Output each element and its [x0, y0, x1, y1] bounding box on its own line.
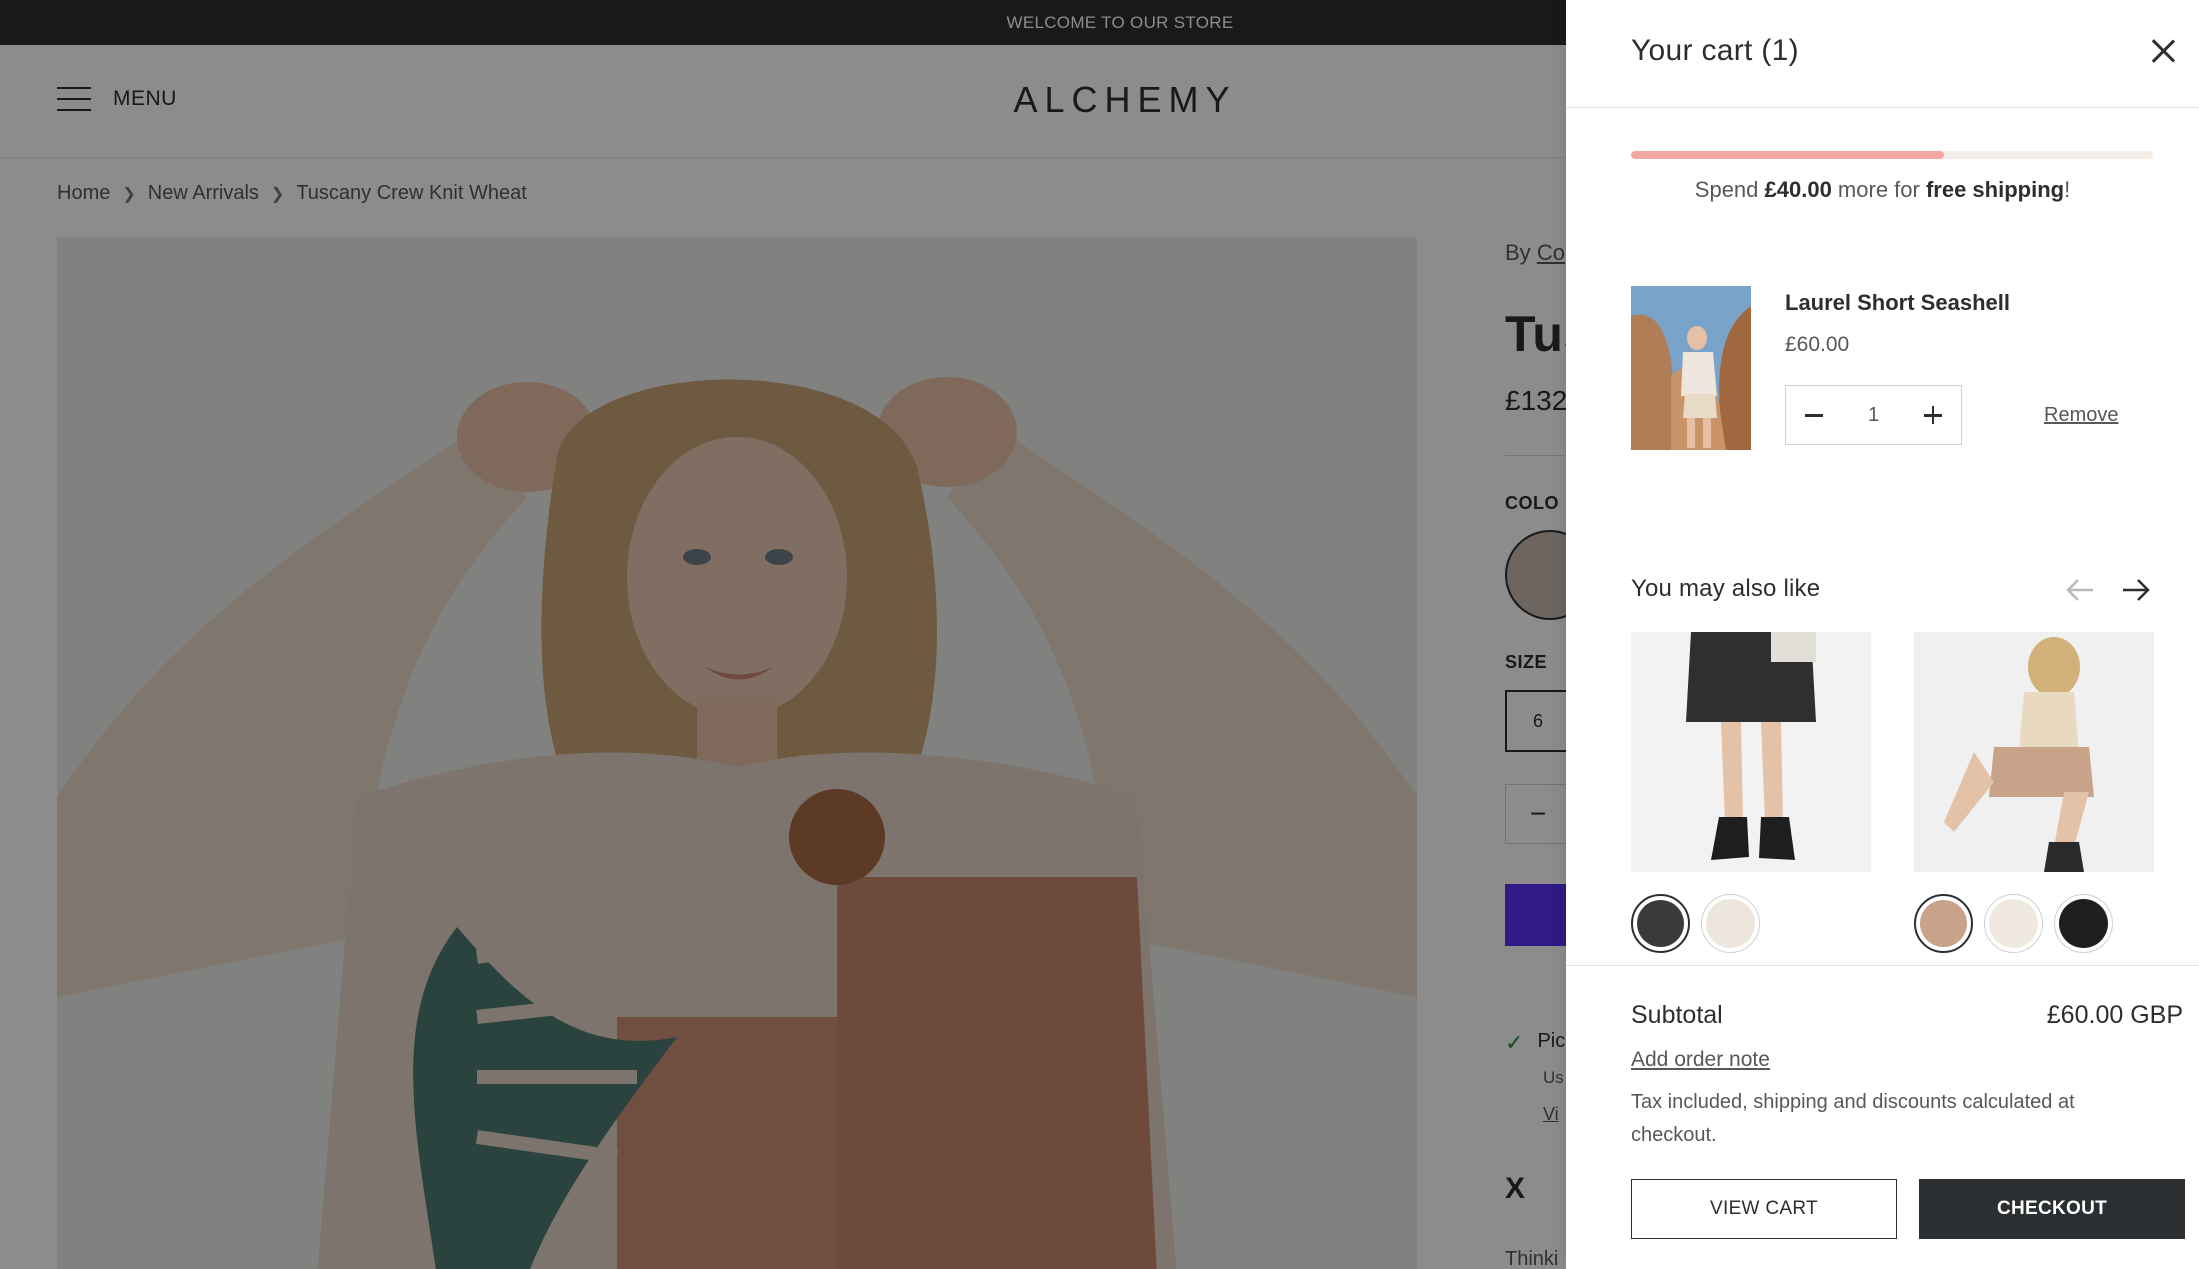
swatch-option[interactable]	[1631, 894, 1690, 953]
swatch-option[interactable]	[1701, 894, 1760, 953]
tax-note: Tax included, shipping and discounts cal…	[1631, 1091, 2075, 1146]
shipping-suffix: !	[2064, 177, 2071, 202]
add-order-note-link[interactable]: Add order note	[1631, 1048, 1770, 1072]
free-shipping-progress-fill	[1631, 151, 1945, 159]
quantity-value[interactable]: 1	[1868, 404, 1879, 427]
close-icon[interactable]	[2148, 36, 2178, 66]
swatch-option[interactable]	[1984, 894, 2043, 953]
remove-item-link[interactable]: Remove	[2044, 404, 2118, 427]
shipping-amount: £40.00	[1764, 177, 1832, 202]
shipping-emphasis: free shipping	[1925, 177, 2065, 202]
shipping-prefix: Spend	[1694, 177, 1765, 202]
cart-footer: Subtotal £60.00 GBP Add order note Tax i…	[1566, 965, 2199, 1269]
recommendation-card	[1631, 632, 1871, 953]
swatch-option[interactable]	[1914, 894, 1973, 953]
drawer-overlay[interactable]	[0, 0, 1566, 1269]
cart-line-item: Laurel Short Seashell £60.00 1 Remove	[1631, 286, 2171, 451]
cart-drawer: Your cart (1) Spend £40.00 more for free…	[1566, 0, 2199, 1269]
cart-item-price: £60.00	[1785, 333, 1850, 356]
recommendation-swatches	[1631, 894, 1871, 953]
plus-icon[interactable]	[1921, 403, 1945, 427]
recommendation-image[interactable]	[1914, 632, 2154, 872]
recommendation-card	[1914, 632, 2154, 953]
quantity-stepper: 1	[1785, 385, 1962, 445]
arrow-right-icon[interactable]	[2119, 575, 2153, 605]
recommendations-title: You may also like	[1631, 575, 1821, 602]
cart-drawer-header: Your cart (1)	[1566, 0, 2199, 108]
checkout-button[interactable]: CHECKOUT	[1919, 1179, 2185, 1239]
minus-icon[interactable]	[1802, 403, 1826, 427]
cart-item-name[interactable]: Laurel Short Seashell	[1785, 290, 2010, 316]
free-shipping-message: Spend £40.00 more for free shipping!	[1566, 177, 2199, 203]
subtotal-value: £60.00 GBP	[2046, 1001, 2183, 1029]
swatch-option[interactable]	[2054, 894, 2113, 953]
shipping-middle: more for	[1831, 177, 1926, 202]
cart-title: Your cart (1)	[1631, 34, 1799, 67]
recommendation-swatches	[1914, 894, 2154, 953]
cart-item-image[interactable]	[1631, 286, 1751, 450]
view-cart-button[interactable]: VIEW CART	[1631, 1179, 1897, 1239]
arrow-left-icon[interactable]	[2063, 575, 2097, 605]
free-shipping-progress	[1631, 151, 2153, 159]
recommendation-image[interactable]	[1631, 632, 1871, 872]
subtotal-label: Subtotal	[1631, 1001, 1723, 1029]
